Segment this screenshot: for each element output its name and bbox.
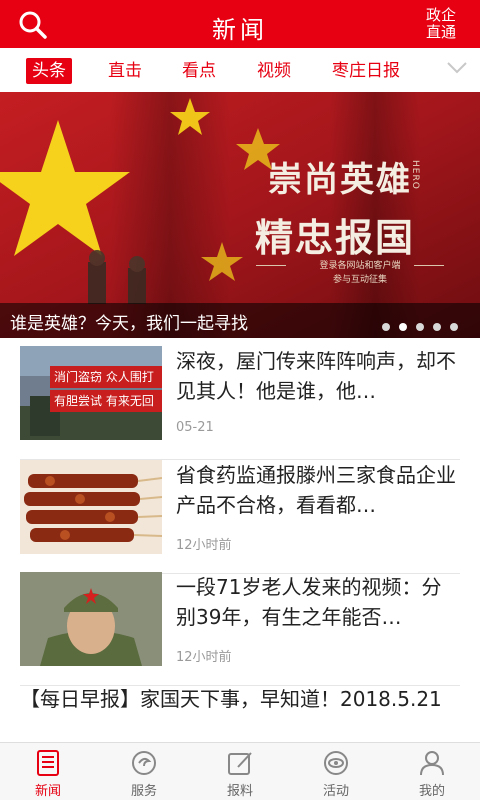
nav-report[interactable]: 报料 <box>205 749 275 799</box>
nav-activity[interactable]: 活动 <box>301 749 371 799</box>
carousel-indicator <box>373 316 458 335</box>
nav-label: 新闻 <box>34 784 61 799</box>
report-icon <box>228 752 252 775</box>
banner-caption[interactable]: 谁是英雄？今天，我们一起寻找 <box>10 309 248 334</box>
news-time: 12小时前 <box>176 538 232 553</box>
news-headline[interactable]: 一段71岁老人发来的视频：分别39年，有生之年能否… <box>176 572 456 632</box>
top-bar: 新闻 政企 直通 <box>0 0 480 48</box>
carousel-dot[interactable] <box>450 323 458 331</box>
news-headline[interactable]: 深夜，屋门传来阵阵响声，却不见其人！他是谁，他… <box>176 346 456 406</box>
activity-icon <box>324 751 348 775</box>
hero-banner[interactable]: 崇尚英雄 精忠报国 HERO 登录各网站和客户端 参与互动征集 谁是英雄？今天，… <box>0 92 480 338</box>
nav-news[interactable]: 新闻 <box>13 749 83 799</box>
app-screen: 新闻 政企 直通 头条 直击 看点 视频 枣庄日报 崇尚英雄 精忠报国 HERO… <box>0 0 480 800</box>
chevron-down-icon[interactable] <box>446 61 468 75</box>
tab-video[interactable]: 视频 <box>257 58 291 84</box>
banner-title-line2: 精忠报国 <box>255 215 416 260</box>
carousel-dot[interactable] <box>382 323 390 331</box>
carousel-dot-active[interactable] <box>399 323 407 331</box>
nav-label: 服务 <box>130 784 157 799</box>
news-thumbnail-soldier-portrait <box>20 572 162 666</box>
profile-icon <box>420 751 444 776</box>
news-thumbnail-banner-street: 消门盗窃 众人围打 有胆尝试 有来无回 <box>20 346 162 440</box>
news-headline[interactable]: 省食药监通报滕州三家食品企业产品不合格，看看都… <box>176 460 456 520</box>
nav-label: 活动 <box>322 784 349 799</box>
thumb-banner-text2: 有胆尝试 有来无回 <box>54 394 154 408</box>
carousel-dot[interactable] <box>416 323 424 331</box>
banner-title-line1: 崇尚英雄 <box>268 160 412 200</box>
tab-zaozhuang-daily[interactable]: 枣庄日报 <box>332 58 400 84</box>
news-thumbnail-skewers <box>20 460 162 554</box>
tab-headlines[interactable]: 头条 <box>26 58 72 84</box>
nav-label: 报料 <box>226 784 253 799</box>
news-icon <box>37 750 59 776</box>
banner-subtext-line2: 参与互动征集 <box>332 275 387 285</box>
service-icon <box>132 751 156 775</box>
thumb-banner-text1: 消门盗窃 众人围打 <box>54 370 154 384</box>
nav-label: 我的 <box>418 784 445 799</box>
gov-direct-line2: 直通 <box>425 23 456 41</box>
page-title: 新闻 <box>212 16 268 44</box>
tab-highlights[interactable]: 看点 <box>182 58 216 84</box>
gov-direct-line1: 政企 <box>425 6 456 24</box>
channel-tabs: 头条 直击 看点 视频 枣庄日报 <box>0 48 480 92</box>
banner-subtext-line1: 登录各网站和客户端 <box>319 261 401 271</box>
news-time: 05-21 <box>176 420 214 435</box>
news-time: 12小时前 <box>176 650 232 665</box>
news-item[interactable]: 一段71岁老人发来的视频：分别39年，有生之年能否… 12小时前 <box>20 572 460 686</box>
carousel-dot[interactable] <box>433 323 441 331</box>
nav-profile[interactable]: 我的 <box>397 749 467 799</box>
news-item[interactable]: 省食药监通报滕州三家食品企业产品不合格，看看都… 12小时前 <box>20 460 460 574</box>
banner-caption-bar: 谁是英雄？今天，我们一起寻找 <box>0 303 480 338</box>
nav-service[interactable]: 服务 <box>109 749 179 799</box>
tab-onsite[interactable]: 直击 <box>108 58 142 84</box>
banner-hero-tag: HERO <box>410 160 420 190</box>
news-item[interactable]: 消门盗窃 众人围打 有胆尝试 有来无回 深夜，屋门传来阵阵响声，却不见其人！他是… <box>20 346 460 460</box>
morning-report-headline[interactable]: 【每日早报】家国天下事，早知道！2018.5.21 <box>20 684 460 714</box>
bottom-navigation: 新闻 服务 报料 活动 我的 <box>0 742 480 800</box>
gov-direct-button[interactable]: 政企 直通 <box>424 7 458 41</box>
